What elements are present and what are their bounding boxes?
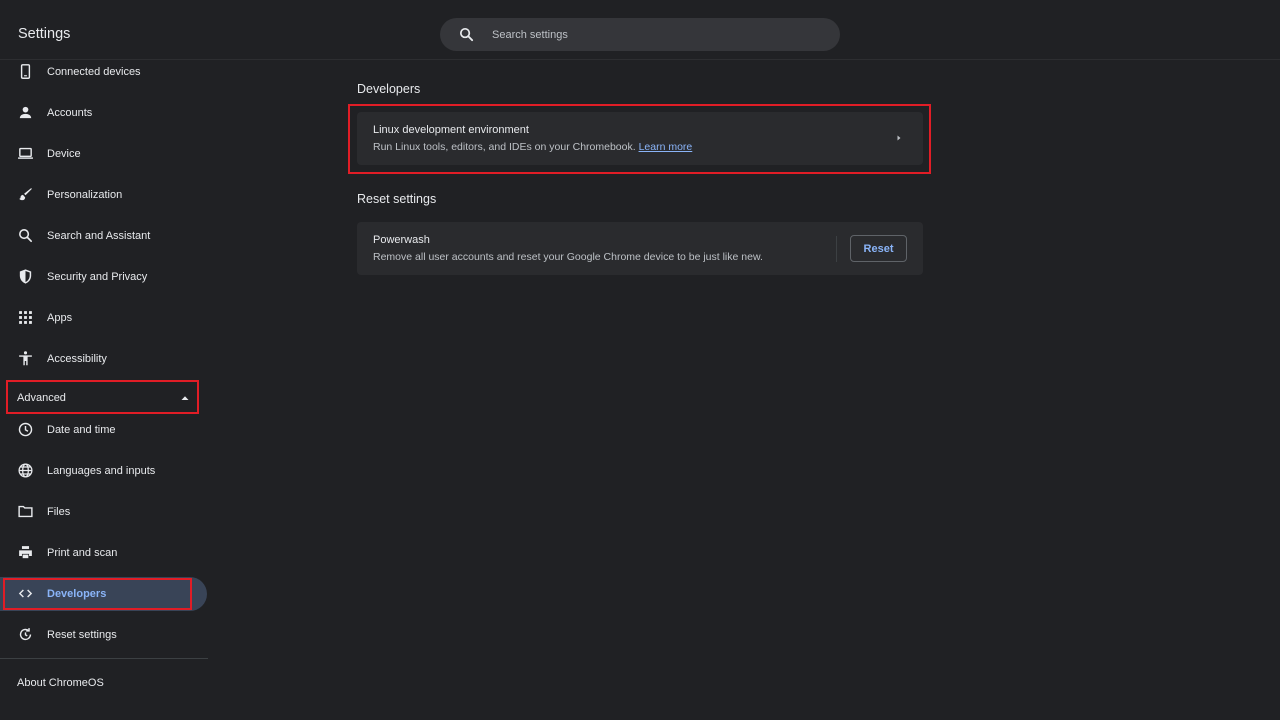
linux-row-subtitle: Run Linux tools, editors, and IDEs on yo… (373, 141, 693, 153)
sidebar-item-accounts[interactable]: Accounts (0, 96, 207, 130)
developers-section-title: Developers (357, 82, 421, 96)
sidebar-item-label: Device (47, 148, 81, 160)
sidebar: Connected devices Accounts Device Person… (0, 60, 208, 720)
sidebar-item-date-and-time[interactable]: Date and time (0, 413, 207, 447)
person-icon (17, 104, 34, 121)
sidebar-item-reset-settings[interactable]: Reset settings (0, 618, 207, 652)
sidebar-item-apps[interactable]: Apps (0, 301, 207, 335)
linux-dev-env-row[interactable]: Linux development environment Run Linux … (357, 112, 923, 165)
shield-icon (17, 268, 34, 285)
search-input[interactable] (492, 18, 822, 51)
vertical-separator (836, 236, 837, 262)
app-title: Settings (18, 26, 71, 42)
learn-more-link[interactable]: Learn more (639, 141, 693, 153)
sidebar-item-label: Languages and inputs (47, 465, 156, 477)
code-icon (17, 585, 34, 602)
linux-row-title: Linux development environment (373, 124, 529, 136)
sidebar-item-label: Reset settings (47, 629, 117, 641)
powerwash-row: Powerwash Remove all user accounts and r… (357, 222, 923, 275)
accessibility-icon (17, 350, 34, 367)
reset-icon (17, 626, 34, 643)
sidebar-item-developers[interactable]: Developers (0, 577, 207, 611)
folder-icon (17, 503, 34, 520)
powerwash-title: Powerwash (373, 234, 430, 246)
reset-section-title: Reset settings (357, 192, 437, 206)
sidebar-item-label: Files (47, 506, 71, 518)
sidebar-item-accessibility[interactable]: Accessibility (0, 342, 207, 376)
sidebar-item-languages-and-inputs[interactable]: Languages and inputs (0, 454, 207, 488)
advanced-label: Advanced (17, 392, 66, 404)
phone-icon (17, 63, 34, 80)
sidebar-item-label: Security and Privacy (47, 271, 148, 283)
sidebar-item-label: Accessibility (47, 353, 107, 365)
caret-up-icon (181, 396, 189, 400)
grid-icon (17, 309, 34, 326)
search-icon (17, 227, 34, 244)
sidebar-item-print-and-scan[interactable]: Print and scan (0, 536, 207, 570)
advanced-toggle[interactable]: Advanced (6, 380, 199, 414)
brush-icon (17, 186, 34, 203)
globe-icon (17, 462, 34, 479)
chevron-right-icon (897, 135, 901, 141)
sidebar-item-label: Personalization (47, 189, 123, 201)
search-box[interactable] (440, 18, 840, 51)
about-chromeos-link[interactable]: About ChromeOS (17, 677, 104, 689)
sidebar-item-label: Date and time (47, 424, 116, 436)
sidebar-item-security-and-privacy[interactable]: Security and Privacy (0, 260, 207, 294)
sidebar-item-label: Accounts (47, 107, 93, 119)
top-bar: Settings (0, 0, 1280, 60)
sidebar-item-files[interactable]: Files (0, 495, 207, 529)
sidebar-item-search-and-assistant[interactable]: Search and Assistant (0, 219, 207, 253)
laptop-icon (17, 145, 34, 162)
sidebar-item-label: Print and scan (47, 547, 118, 559)
powerwash-subtitle: Remove all user accounts and reset your … (373, 251, 763, 263)
search-icon (459, 27, 474, 42)
sidebar-divider (0, 658, 208, 659)
sidebar-item-label: Connected devices (47, 66, 141, 78)
sidebar-item-label: Apps (47, 312, 73, 324)
clock-icon (17, 421, 34, 438)
sidebar-item-label: Search and Assistant (47, 230, 151, 242)
sidebar-item-device[interactable]: Device (0, 137, 207, 171)
sidebar-item-label: Developers (47, 588, 107, 600)
reset-button[interactable]: Reset (850, 235, 907, 262)
sidebar-item-personalization[interactable]: Personalization (0, 178, 207, 212)
sidebar-item-connected-devices[interactable]: Connected devices (0, 55, 207, 89)
printer-icon (17, 544, 34, 561)
